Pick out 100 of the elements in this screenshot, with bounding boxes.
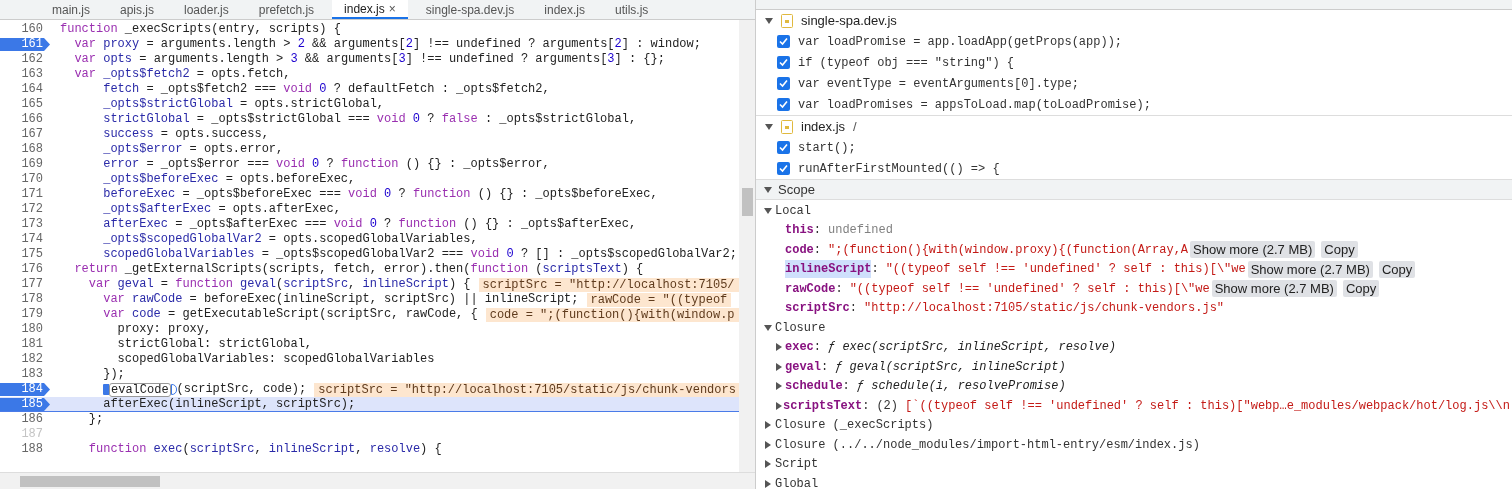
colon: : <box>813 339 821 357</box>
code-line: _opts$strictGlobal = opts.strictGlobal, <box>102 97 385 112</box>
line-number: 183 <box>21 367 43 382</box>
line-number: 166 <box>21 112 43 127</box>
horizontal-scrollbar[interactable] <box>0 472 755 489</box>
show-more-button[interactable]: Show more (2.7 MB) <box>1190 241 1316 259</box>
breakpoint-checkbox[interactable] <box>777 35 790 48</box>
copy-button[interactable]: Copy <box>1378 260 1416 278</box>
breakpoint-file-name[interactable]: single-spa.dev.js <box>801 10 897 31</box>
breakpoint-checkbox[interactable] <box>777 77 790 90</box>
breakpoint-checkbox[interactable] <box>777 56 790 69</box>
line-number: 171 <box>21 187 43 202</box>
expanded-triangle-icon[interactable] <box>764 206 772 215</box>
colon: : <box>862 397 870 415</box>
code-line: var code = getExecutableScript(scriptSrc, rawCode, { <box>102 307 478 322</box>
file-tab[interactable]: utils.js <box>603 0 661 19</box>
copy-button[interactable]: Copy <box>1342 280 1380 298</box>
property-name[interactable]: scriptSrc <box>785 299 850 318</box>
line-number: 176 <box>21 262 43 277</box>
code-line: strictGlobal = _opts$strictGlobal === void 0 ? false : _opts$strictGlobal, <box>102 112 637 127</box>
breakpoint-code[interactable]: start(); <box>798 138 856 157</box>
file-tab[interactable]: loader.js <box>172 0 241 19</box>
code-line: var opts = arguments.length > 3 && arguments[3] !== undefined ? arguments[3] : {}; <box>73 52 665 67</box>
collapsed-triangle-icon[interactable] <box>775 382 783 391</box>
breakpoint-file-name[interactable]: index.js <box>801 116 846 137</box>
code-line: function exec(scriptSrc, inlineScript, resolve) { <box>87 442 442 457</box>
expanded-triangle-icon[interactable] <box>765 16 773 25</box>
property-name[interactable]: code <box>785 240 814 259</box>
breakpoint-checkbox[interactable] <box>777 98 790 111</box>
line-number: 177 <box>21 277 43 292</box>
scope-section-title[interactable]: Closure (_execScripts) <box>775 416 934 435</box>
code-line: success = opts.success, <box>102 127 269 142</box>
scope-header[interactable]: Scope <box>756 180 1512 200</box>
breakpoint-marker[interactable] <box>0 38 50 51</box>
file-path: / <box>853 117 857 136</box>
code-line: fetch = _opts$fetch2 === void 0 ? defaultFetch : _opts$fetch2, <box>102 82 550 97</box>
breakpoint-code[interactable]: if (typeof obj === "string") { <box>798 53 1015 72</box>
collapsed-triangle-icon[interactable] <box>775 343 783 352</box>
code-line: return _getExternalScripts(scripts, fetch, error).then(function (scriptsText) { <box>73 262 644 277</box>
scope-section-title[interactable]: Script <box>775 455 819 474</box>
property-name[interactable]: scriptsText <box>783 396 863 415</box>
file-tab[interactable]: main.js <box>40 0 102 19</box>
line-number: 169 <box>21 157 43 172</box>
property-value: ";(function(){with(window.proxy){(function(Array,A <box>828 241 1189 259</box>
scope-section-title[interactable]: Closure (../../node_modules/import-html-entry/esm/index.js) <box>775 435 1200 454</box>
collapsed-triangle-icon[interactable] <box>764 421 772 430</box>
property-value: undefined <box>828 222 893 240</box>
inline-value: rawCode = "((typeof <box>586 292 732 307</box>
breakpoint-checkbox[interactable] <box>777 162 790 175</box>
line-number: 160 <box>21 22 43 37</box>
expanded-triangle-icon[interactable] <box>764 185 772 194</box>
property-value: [`((typeof self !== 'undefined' ? self : this)["webp…e_modules/webpack/hot/log.js\\n' <box>905 397 1512 415</box>
line-number: 173 <box>21 217 43 232</box>
code-line: error = _opts$error === void 0 ? function () {} : _opts$error, <box>102 157 550 172</box>
colon: : <box>849 300 857 318</box>
line-number: 161 <box>21 37 43 52</box>
collapsed-triangle-icon[interactable] <box>764 440 772 449</box>
file-icon <box>781 119 793 134</box>
line-number: 167 <box>21 127 43 142</box>
code-line: _opts$beforeExec = opts.beforeExec, <box>102 172 356 187</box>
property-value: ƒ exec(scriptSrc, inlineScript, resolve) <box>828 339 1117 357</box>
collapsed-triangle-icon[interactable] <box>764 479 772 488</box>
inline-value: code = ";(function(){with(window.p <box>485 307 739 322</box>
close-tab-icon[interactable]: × <box>388 0 396 18</box>
breakpoint-code[interactable]: runAfterFirstMounted(() => { <box>798 159 1000 178</box>
show-more-button[interactable]: Show more (2.7 MB) <box>1211 280 1337 298</box>
breakpoint-code[interactable]: var loadPromise = app.loadApp(getProps(app)); <box>798 32 1123 51</box>
property-name[interactable]: geval <box>785 357 821 376</box>
code-line: var _opts$fetch2 = opts.fetch, <box>73 67 291 82</box>
expanded-triangle-icon[interactable] <box>765 122 773 131</box>
property-name[interactable]: inlineScript <box>785 260 872 279</box>
vertical-scrollbar[interactable] <box>739 20 755 472</box>
copy-button[interactable]: Copy <box>1321 241 1358 259</box>
breakpoint-code[interactable]: var loadPromises = appsToLoad.map(toLoadPromise); <box>798 95 1151 114</box>
property-name[interactable]: schedule <box>785 377 843 396</box>
line-number: 172 <box>21 202 43 217</box>
breakpoint-checkbox[interactable] <box>777 141 790 154</box>
file-tab[interactable]: index.js <box>532 0 597 19</box>
scope-section-title[interactable]: Closure <box>775 318 826 337</box>
code-line: _opts$afterExec = opts.afterExec, <box>102 202 341 217</box>
line-number: 181 <box>21 337 43 352</box>
collapsed-triangle-icon[interactable] <box>764 460 772 469</box>
scope-section-title[interactable]: Local <box>775 201 811 220</box>
line-number: 170 <box>21 172 43 187</box>
expanded-triangle-icon[interactable] <box>764 323 772 332</box>
line-number: 187 <box>21 427 43 442</box>
show-more-button[interactable]: Show more (2.7 MB) <box>1247 260 1373 278</box>
property-name[interactable]: this <box>785 221 814 240</box>
property-name[interactable]: rawCode <box>785 279 836 298</box>
breakpoint-marker[interactable] <box>0 398 50 411</box>
file-tab[interactable]: apis.js <box>108 0 167 19</box>
file-tab[interactable]: index.js × <box>332 0 408 19</box>
inline-value: scriptSrc = "http://localhost:7105/ <box>478 277 739 292</box>
file-tab[interactable]: prefetch.js <box>246 0 327 19</box>
breakpoint-code[interactable]: var eventType = eventArguments[0].type; <box>798 74 1079 93</box>
scope-section-title[interactable]: Global <box>775 474 819 489</box>
property-name[interactable]: exec <box>785 338 814 357</box>
file-tab[interactable]: single-spa.dev.js <box>413 0 527 19</box>
collapsed-triangle-icon[interactable] <box>775 362 783 371</box>
collapsed-triangle-icon[interactable] <box>775 401 783 410</box>
